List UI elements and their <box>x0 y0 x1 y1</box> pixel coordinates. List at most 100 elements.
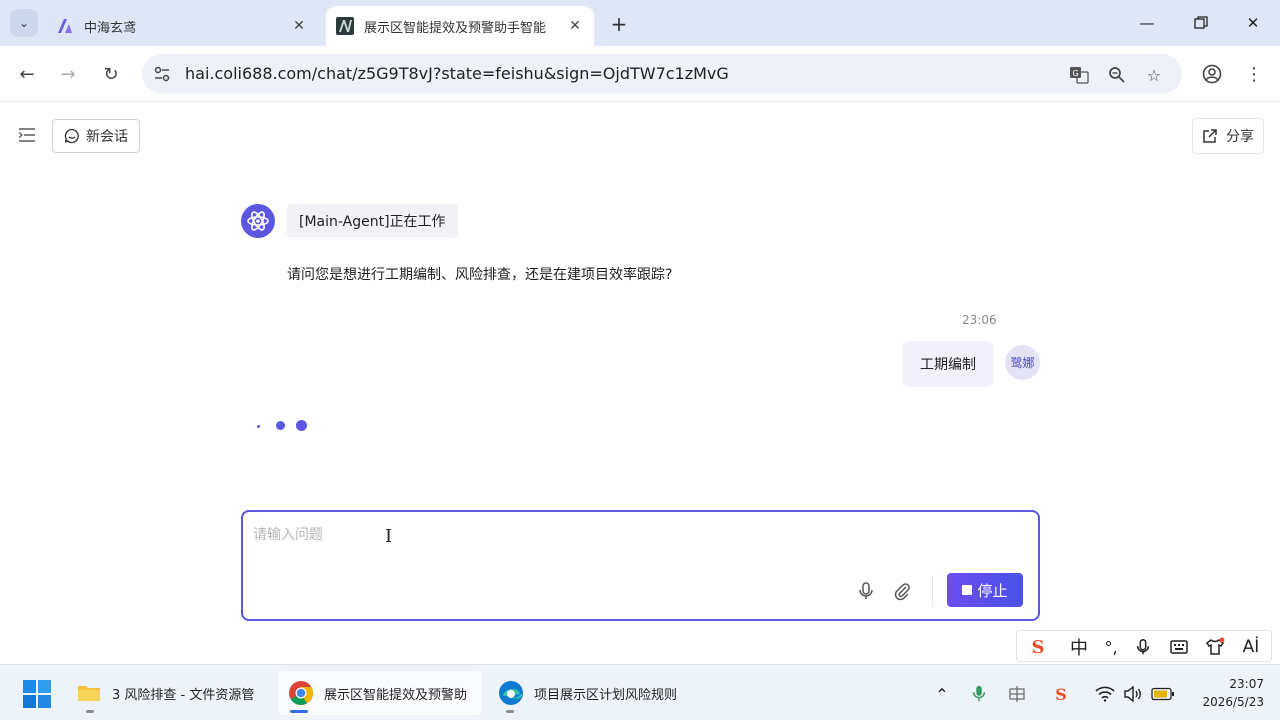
punctuation-icon[interactable]: °, <box>1098 634 1124 660</box>
tune-icon <box>154 66 170 82</box>
tab-title: 展示区智能提效及预警助手智能 <box>364 20 547 36</box>
svg-text:G: G <box>1073 69 1079 78</box>
battery-icon <box>1151 687 1174 701</box>
translate-icon: G <box>1070 67 1089 84</box>
text-cursor-icon: I <box>385 526 393 547</box>
chat-bubble-icon <box>64 128 79 144</box>
tray-microphone[interactable] <box>966 681 992 707</box>
ai-assistant-icon[interactable]: Aİ <box>1238 634 1264 660</box>
minimize-button[interactable]: — <box>1124 8 1170 38</box>
share-button[interactable]: 分享 <box>1192 118 1264 154</box>
tab-assistant[interactable]: 展示区智能提效及预警助手智能 ✕ <box>326 6 594 46</box>
new-chat-label: 新会话 <box>86 129 128 145</box>
microphone-icon <box>1136 639 1150 655</box>
typing-dot <box>276 421 285 430</box>
chevron-up-icon: ⌃ <box>935 684 949 704</box>
reload-icon: ↻ <box>103 63 119 85</box>
taskbar-file-explorer[interactable]: 3 风险排查 - 文件资源管 <box>66 671 272 715</box>
agent-status-badge: [Main-Agent]正在工作 <box>287 204 458 238</box>
share-label: 分享 <box>1226 129 1254 145</box>
tray-wifi[interactable] <box>1092 681 1118 707</box>
site-favicon-icon <box>336 17 354 35</box>
profile-icon <box>1202 64 1222 84</box>
ime-keyboard-button[interactable] <box>1166 634 1192 660</box>
close-window-button[interactable]: ✕ <box>1230 8 1276 38</box>
ime-voice-button[interactable] <box>1130 634 1156 660</box>
stop-label: 停止 <box>977 581 1008 600</box>
address-bar[interactable]: hai.coli688.com/chat/z5G9T8vJ?state=feis… <box>142 54 1182 94</box>
typing-dot <box>257 425 260 428</box>
sidebar-toggle-button[interactable] <box>16 124 40 148</box>
question-input[interactable] <box>253 524 813 554</box>
start-button[interactable] <box>22 679 52 709</box>
restore-button[interactable] <box>1178 8 1224 38</box>
stop-square-icon <box>962 585 973 595</box>
forward-button[interactable]: → <box>54 60 82 88</box>
edge-icon <box>499 681 523 705</box>
more-vertical-icon: ⋮ <box>1245 63 1263 85</box>
arrow-left-icon: ← <box>19 63 35 85</box>
browser-toolbar: ← → ↻ hai.coli688.com/chat/z5G9T8vJ?stat… <box>0 46 1280 102</box>
taskbar-edge[interactable]: 项目展示区计划风险规则 <box>488 671 688 715</box>
sogou-tray-icon[interactable]: S <box>1048 681 1074 707</box>
stop-button[interactable]: 停止 <box>947 573 1023 607</box>
windows-logo-icon <box>23 680 51 708</box>
back-button[interactable]: ← <box>13 60 41 88</box>
taskbar-chrome[interactable]: 展示区智能提效及预警助 <box>278 671 482 715</box>
browser-tab-strip: ⌄ 中海玄鸢 ✕ 展示区智能提效及预警助手智能 ✕ + — ✕ <box>0 0 1280 46</box>
show-hidden-icons-button[interactable]: ⌃ <box>929 681 955 707</box>
tray-volume[interactable] <box>1120 681 1146 707</box>
url-text: hai.coli688.com/chat/z5G9T8vJ?state=feis… <box>185 64 729 83</box>
restore-icon <box>1194 16 1208 29</box>
sogou-logo-icon[interactable]: S <box>1025 634 1051 660</box>
ime-skin-button[interactable] <box>1202 634 1228 660</box>
share-icon <box>1203 129 1217 143</box>
close-icon[interactable]: ✕ <box>288 15 310 37</box>
reload-button[interactable]: ↻ <box>97 60 125 88</box>
typing-indicator <box>253 418 313 434</box>
ime-toolbar: S 中 °, Aİ <box>1016 630 1272 662</box>
chrome-icon <box>289 681 314 706</box>
chat-composer: I 停止 <box>241 510 1040 621</box>
tab-zhonghai[interactable]: 中海玄鸢 ✕ <box>46 6 318 46</box>
translate-button[interactable]: G <box>1067 63 1091 87</box>
microphone-icon <box>859 582 873 599</box>
close-icon[interactable]: ✕ <box>564 15 586 37</box>
site-info-button[interactable] <box>150 62 174 86</box>
tray-battery[interactable] <box>1150 681 1176 707</box>
clock-date: 2026/5/23 <box>1202 695 1264 709</box>
clock-time: 23:07 <box>1229 677 1264 691</box>
microphone-icon <box>972 685 986 702</box>
active-indicator <box>290 710 308 713</box>
paperclip-icon <box>894 583 910 601</box>
ime-mode-toggle[interactable]: 中 <box>1066 634 1092 660</box>
chevron-down-icon: ⌄ <box>18 16 30 30</box>
bot-message: 请问您是想进行工期编制、风险排查，还是在建项目效率跟踪? <box>287 267 673 283</box>
windows-taskbar: 3 风险排查 - 文件资源管 展示区智能提效及预警助 项目展示区计划风险规则 ⌃ <box>0 664 1280 720</box>
voice-input-button[interactable] <box>854 579 878 603</box>
arrow-right-icon: → <box>60 63 76 85</box>
attach-file-button[interactable] <box>890 579 914 603</box>
folder-icon <box>78 686 100 701</box>
user-message-bubble: 工期编制 <box>903 341 993 387</box>
bookmark-button[interactable]: ☆ <box>1142 63 1166 87</box>
tray-ime[interactable] <box>1004 681 1030 707</box>
running-indicator <box>86 710 94 713</box>
new-tab-button[interactable]: + <box>606 11 632 37</box>
taskbar-item-label: 项目展示区计划风险规则 <box>534 687 678 703</box>
new-chat-button[interactable]: 新会话 <box>52 119 140 153</box>
menu-collapse-icon <box>18 128 35 142</box>
running-indicator <box>506 710 514 713</box>
star-icon: ☆ <box>1146 65 1162 85</box>
system-clock[interactable]: 23:07 2026/5/23 <box>1180 675 1264 711</box>
tab-search-button[interactable]: ⌄ <box>10 9 38 37</box>
browser-menu-button[interactable]: ⋮ <box>1240 60 1268 88</box>
taskbar-item-label: 展示区智能提效及预警助 <box>324 687 468 703</box>
zoom-button[interactable] <box>1105 63 1129 87</box>
message-timestamp: 23:06 <box>962 313 997 327</box>
keyboard-icon <box>1170 640 1188 654</box>
user-avatar: 鹭娜 <box>1005 345 1040 380</box>
taskbar-item-label: 3 风险排查 - 文件资源管 <box>112 687 255 703</box>
app-logo-icon <box>58 19 72 33</box>
profile-button[interactable] <box>1198 60 1226 88</box>
